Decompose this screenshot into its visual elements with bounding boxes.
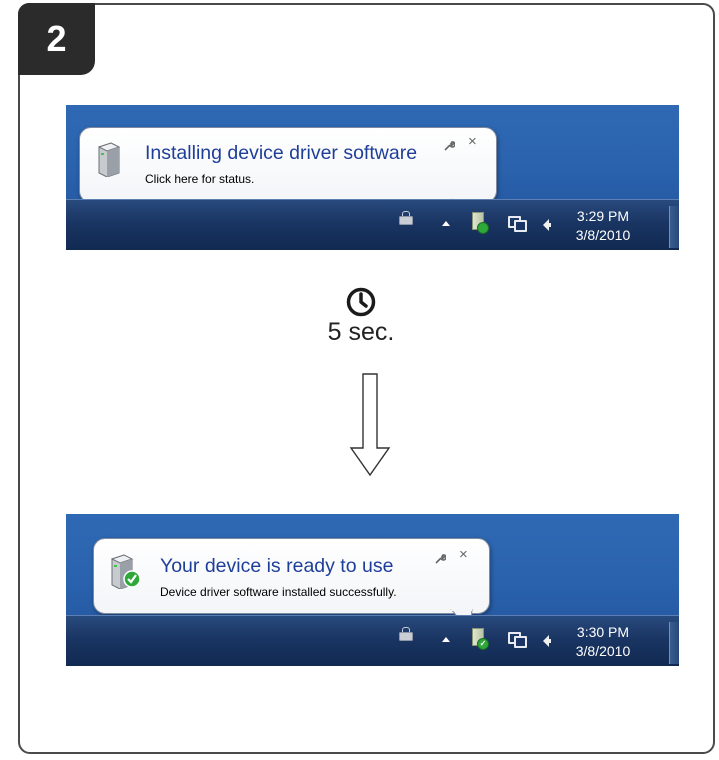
notification-tray: ✓ 3:30 PM 3/8/2010 [386,616,679,666]
device-tower-icon [97,142,121,177]
volume-icon[interactable] [543,219,551,231]
volume-icon[interactable] [543,635,551,647]
notification-balloon-installing[interactable]: Installing device driver software Click … [79,127,497,203]
notification-balloon-ready[interactable]: Your device is ready to use Device drive… [93,538,490,614]
device-install-icon[interactable] [472,212,489,234]
clock-time: 3:29 PM [576,208,630,224]
balloon-title: Installing device driver software [145,142,418,164]
after-screenshot: Your device is ready to use Device drive… [66,514,679,666]
notification-tray: 3:29 PM 3/8/2010 [386,200,679,250]
show-hidden-icons-icon[interactable] [442,637,450,642]
down-arrow [349,373,391,477]
clock-time: 3:30 PM [576,624,630,640]
taskbar: 3:29 PM 3/8/2010 [66,199,679,250]
wrench-icon[interactable] [434,553,446,565]
check-icon: ✓ [477,638,489,650]
balloon-title: Your device is ready to use [160,555,394,577]
network-icon[interactable] [508,632,527,648]
wrench-icon[interactable] [443,140,455,152]
keyboard-icon[interactable] [399,627,413,641]
step-number-badge: 2 [18,3,95,75]
clock-icon [346,287,376,317]
clock-date: 3/8/2010 [575,643,631,659]
show-hidden-icons-icon[interactable] [442,221,450,226]
before-screenshot: Installing device driver software Click … [66,105,679,250]
taskbar: ✓ 3:30 PM 3/8/2010 [66,615,679,666]
show-desktop-button[interactable] [669,622,679,664]
balloon-message: Device driver software installed success… [160,585,397,599]
close-icon[interactable]: × [459,546,468,563]
taskbar-clock[interactable]: 3:30 PM 3/8/2010 [568,623,638,661]
balloon-message: Click here for status. [145,172,255,186]
network-icon[interactable] [508,216,527,232]
wait-duration-label: 5 sec. [327,318,395,346]
show-desktop-button[interactable] [669,206,679,248]
device-ready-icon [110,554,141,589]
taskbar-clock[interactable]: 3:29 PM 3/8/2010 [568,207,638,245]
installing-badge-icon [477,222,489,234]
device-ready-tray-icon[interactable]: ✓ [472,628,489,650]
close-icon[interactable]: × [468,133,477,150]
clock-date: 3/8/2010 [575,227,631,243]
keyboard-icon[interactable] [399,211,413,225]
